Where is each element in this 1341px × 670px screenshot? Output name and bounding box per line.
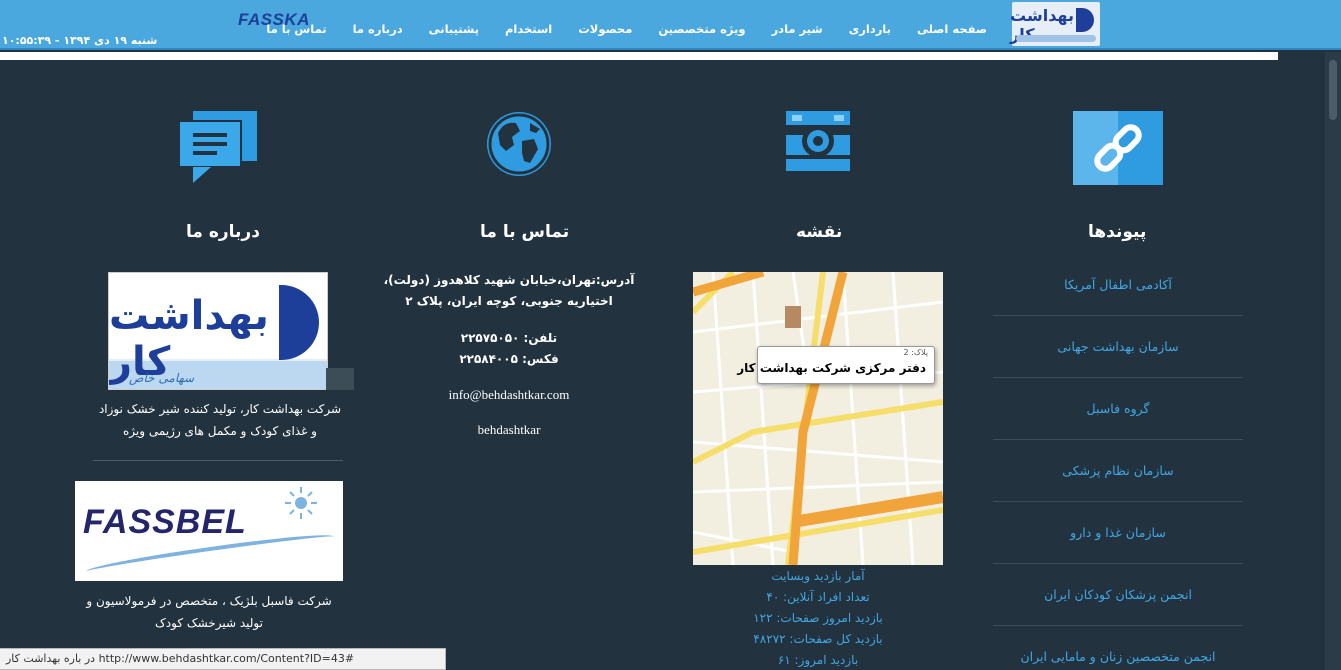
behdasht-kar-logo[interactable]: بهداشت کار سهامی خاص	[108, 272, 328, 390]
date-time: شنبه ۱۹ دی ۱۳۹۴ - ۱۰:۵۵:۳۹	[2, 34, 158, 47]
content-top-strip	[0, 52, 1278, 60]
nav-products[interactable]: محصولات	[565, 22, 645, 36]
link-chain-icon	[1073, 111, 1163, 185]
camera-icon	[786, 111, 850, 171]
site-stats: آمار بازدید وبسایت تعداد افراد آنلاین: ۴…	[693, 566, 943, 670]
description-line: و غذای کودک و مکمل های رژیمی ویژه	[123, 424, 317, 438]
stats-today-visits: بازدید امروز: ۶۱	[777, 653, 859, 667]
map-info-bubble[interactable]: پلاک: 2 دفتر مرکزی شرکت بهداشت کار	[737, 346, 935, 384]
bubble-title: دفتر مرکزی شرکت بهداشت کار	[737, 361, 926, 375]
fassbel-description: شرکت فاسبل بلژیک ، متخصص در فرمولاسیون و…	[76, 590, 342, 634]
address-line-2: اختیاریه جنوبی، کوچه ایران، پلاک ۲	[405, 294, 613, 308]
link-gynecology-association[interactable]: انجمن متخصصین زنان و مامایی ایران	[993, 626, 1243, 670]
about-divider	[93, 460, 343, 461]
nav-contact[interactable]: تماس با ما	[253, 22, 339, 36]
nav-breast-milk[interactable]: شیر مادر	[759, 22, 836, 36]
nav-about[interactable]: درباره ما	[340, 22, 416, 36]
fassbel-logo[interactable]: FASSBEL	[75, 481, 343, 581]
link-medical-council[interactable]: سازمان نظام پزشکی	[993, 440, 1243, 502]
logo-subtext: سهامی خاص	[129, 371, 195, 385]
globe-icon	[487, 112, 551, 176]
chat-bubbles-icon	[179, 111, 257, 183]
logo-mark	[1076, 8, 1094, 32]
logo-mark	[279, 285, 319, 360]
scrollbar-thumb[interactable]	[1329, 60, 1337, 120]
stats-online: تعداد افراد آنلاین: ۴۰	[766, 590, 870, 604]
browser-status-bar: در باره بهداشت کار http://www.behdashtka…	[0, 648, 446, 670]
stats-today-pages: بازدید امروز صفحات: ۱۲۲	[753, 611, 883, 625]
social-username[interactable]: behdashtkar	[380, 419, 638, 440]
fassbel-logo-text: FASSBEL	[83, 503, 247, 541]
link-fassbel-group[interactable]: گروه فاسبل	[993, 378, 1243, 440]
top-navigation-bar: شنبه ۱۹ دی ۱۳۹۴ - ۱۰:۵۵:۳۹ FASSKA صفحه ا…	[0, 0, 1341, 50]
nav-support[interactable]: پشتیبانی	[416, 22, 492, 36]
nav-careers[interactable]: استخدام	[492, 22, 565, 36]
stats-title: آمار بازدید وبسایت	[771, 569, 865, 583]
about-section-title: درباره ما	[186, 222, 260, 242]
email-address[interactable]: info@behdashtkar.com	[380, 384, 638, 405]
sun-icon	[285, 487, 317, 519]
stats-total-pages: بازدید کل صفحات: ۴۸۲۷۲	[753, 632, 883, 646]
location-map[interactable]	[693, 272, 943, 565]
logo-shadow	[326, 368, 354, 390]
link-american-pediatrics[interactable]: آکادمی اطفال آمریکا	[993, 254, 1243, 316]
description-line: شرکت فاسبل بلژیک ، متخصص در فرمولاسیون و	[86, 594, 332, 608]
phone-number: تلفن: ۲۲۵۷۵۰۵۰	[460, 331, 558, 345]
contact-info: آدرس:تهران،خیابان شهید کلاهدوز (دولت)، ا…	[380, 270, 638, 440]
site-logo[interactable]: بهداشت کار	[1010, 2, 1100, 46]
description-line: تولید شیرخشک کودک	[155, 616, 263, 630]
contact-section-title: تماس با ما	[480, 222, 570, 242]
description-line: شرکت بهداشت کار، تولید کننده شیر خشک نوز…	[98, 402, 342, 416]
logo-wave	[1016, 35, 1096, 42]
page-scrollbar[interactable]	[1325, 52, 1341, 670]
map-streets	[693, 272, 943, 565]
fax-number: فکس: ۲۲۵۸۴۰۰۵	[459, 352, 559, 366]
nav-pregnancy[interactable]: بارداری	[836, 22, 904, 36]
links-list: آکادمی اطفال آمریکا سازمان بهداشت جهانی …	[993, 254, 1243, 670]
map-section-title: نقشه	[796, 222, 843, 242]
behdasht-description: شرکت بهداشت کار، تولید کننده شیر خشک نوز…	[96, 398, 344, 442]
nav-home[interactable]: صفحه اصلی	[904, 22, 1000, 36]
link-pediatricians-association[interactable]: انجمن پزشکان کودکان ایران	[993, 564, 1243, 626]
link-food-drug[interactable]: سازمان غذا و دارو	[993, 502, 1243, 564]
link-who[interactable]: سازمان بهداشت جهانی	[993, 316, 1243, 378]
right-strip	[1278, 52, 1325, 60]
main-nav: صفحه اصلی بارداری شیر مادر ویژه متخصصین …	[266, 20, 1000, 38]
address-line-1: آدرس:تهران،خیابان شهید کلاهدوز (دولت)،	[383, 273, 635, 287]
bubble-plaque: پلاک: 2	[903, 348, 929, 357]
links-section-title: پیوندها	[1088, 222, 1147, 242]
nav-specialists[interactable]: ویژه متخصصین	[645, 22, 758, 36]
